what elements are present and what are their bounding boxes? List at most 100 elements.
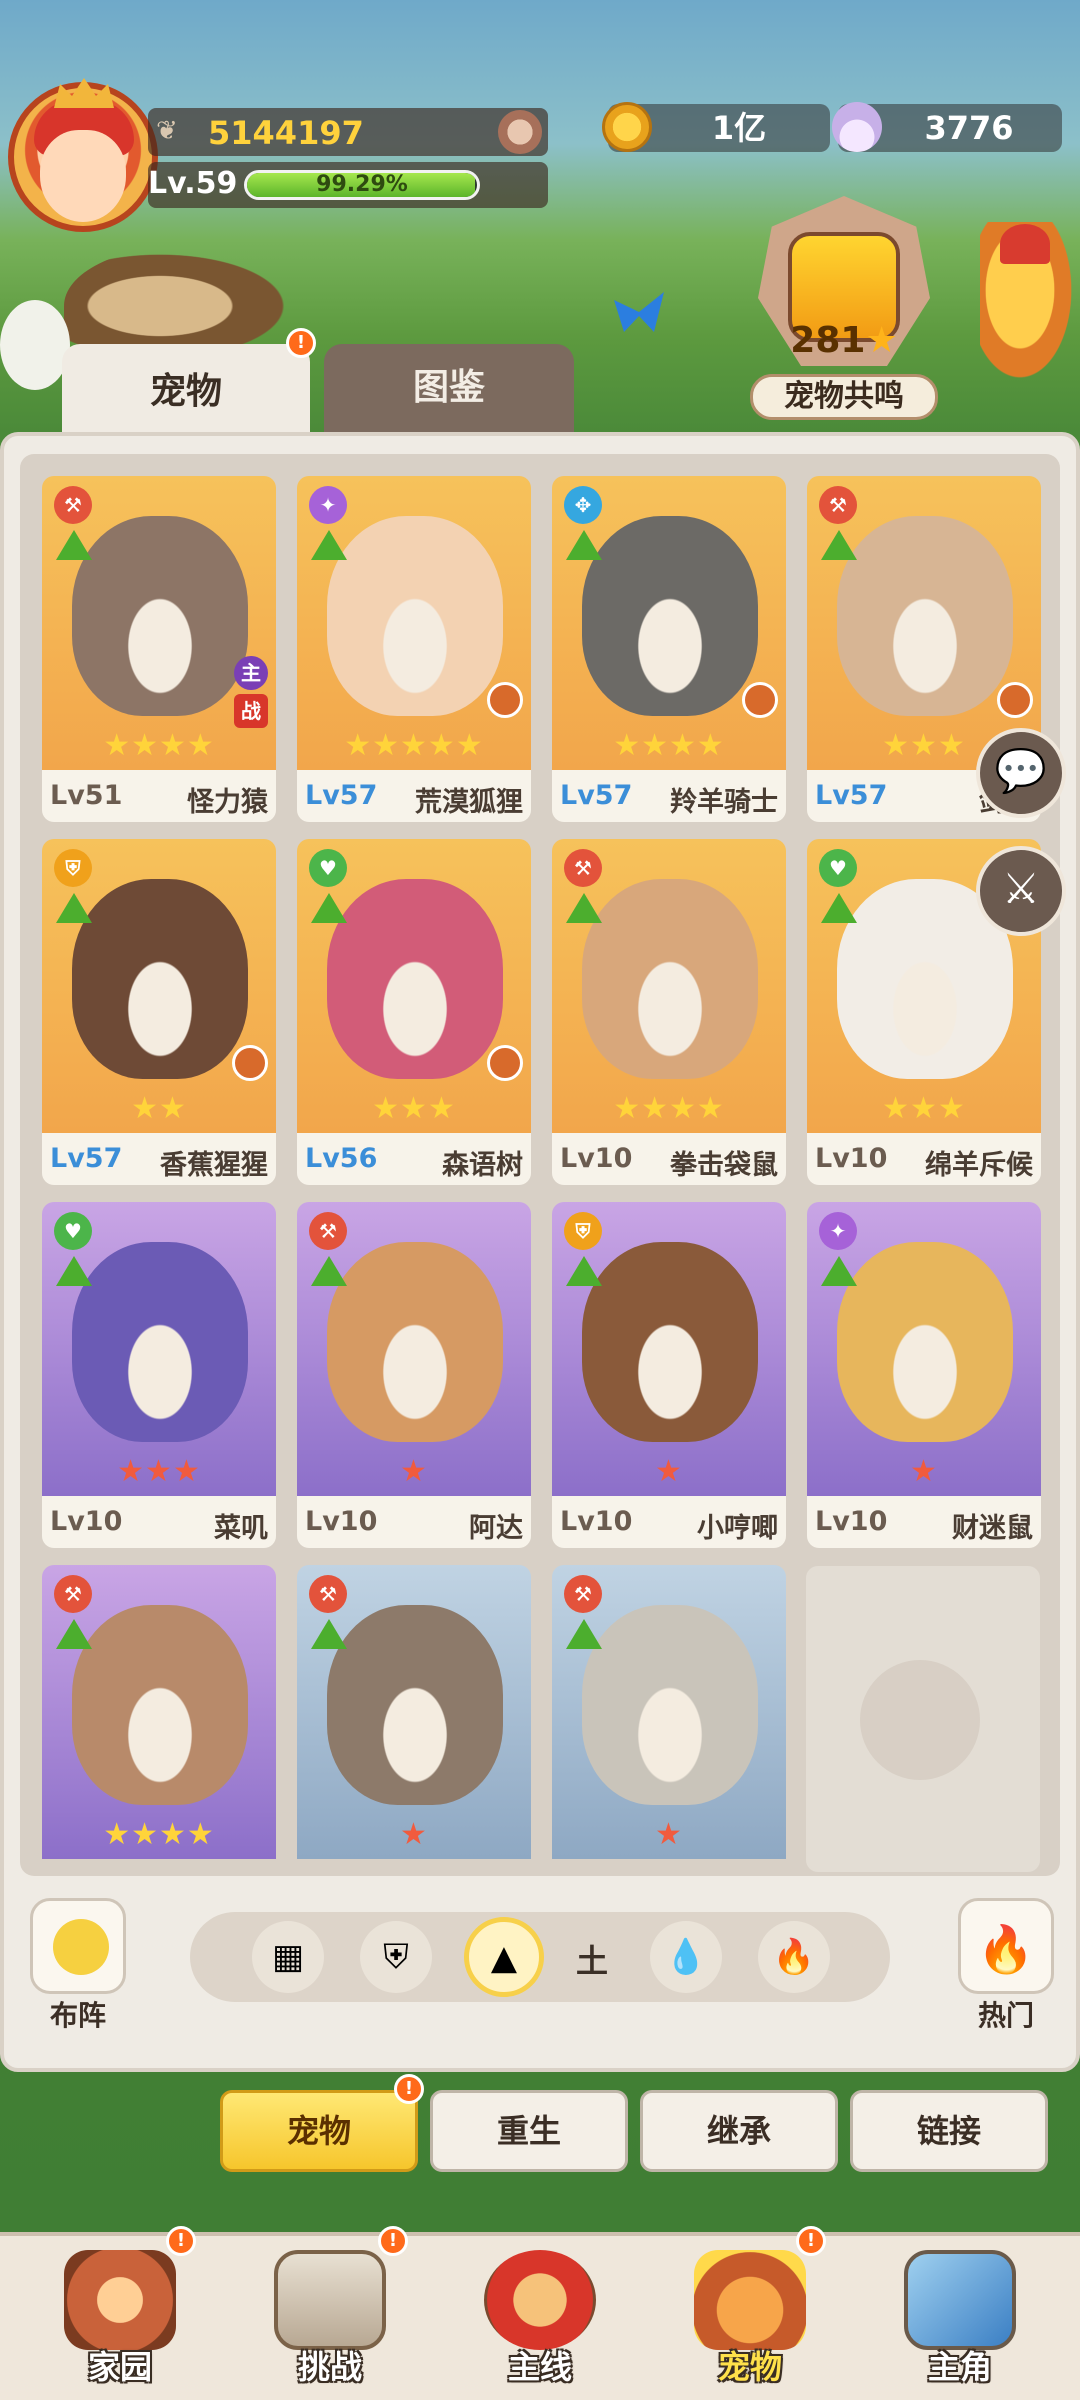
rooster-comb (1000, 224, 1050, 264)
flame-icon: 🔥 (977, 1922, 1035, 1976)
pet-card-footer: Lv10 小哼唧 (552, 1496, 786, 1548)
pet-card[interactable]: ⚒ ★★★★ (42, 1565, 276, 1871)
avatar-face (40, 130, 126, 222)
filter-all-icon[interactable]: ▦ (252, 1921, 324, 1993)
lion-emblem-icon[interactable] (498, 110, 542, 154)
pet-name: 小哼唧 (697, 1513, 778, 1544)
filter-fire-icon[interactable]: 🔥 (758, 1921, 830, 1993)
nav-home[interactable]: 家园 (40, 2240, 200, 2390)
pet-resonance-button[interactable]: 281★ 宠物共鸣 (736, 196, 952, 426)
nav-home-alert-badge: ! (166, 2226, 196, 2256)
nav-challenge[interactable]: 挑战 (250, 2240, 410, 2390)
pet-name: 菜叽 (214, 1513, 268, 1544)
tab-pets[interactable]: 宠物 (62, 344, 310, 440)
pet-card-footer: Lv10 菜叽 (42, 1496, 276, 1548)
meat-icon (64, 2250, 176, 2350)
subtab-inherit[interactable]: 继承 (640, 2090, 838, 2172)
nav-pets[interactable]: 宠物 (670, 2240, 830, 2390)
pet-name: 绵羊斥候 (925, 1150, 1033, 1181)
subtab-link[interactable]: 链接 (850, 2090, 1048, 2172)
rider-avatar-icon (487, 682, 523, 718)
pet-card-footer: Lv57 荒漠狐狸 (297, 770, 531, 822)
pet-stars: ★★★ (882, 1091, 966, 1126)
element-atk-icon: ⚒ (309, 1212, 347, 1250)
rider-avatar-icon (232, 1045, 268, 1081)
pet-portrait (327, 1242, 503, 1442)
nav-hero[interactable]: 主角 (880, 2240, 1040, 2390)
shell-currency[interactable]: 3776 (832, 102, 1062, 152)
pet-portrait (582, 516, 758, 716)
element-spd-icon: ✥ (564, 486, 602, 524)
pet-card-footer: Lv10 阿达 (297, 1496, 531, 1548)
chat-icon[interactable]: 💬 (976, 728, 1066, 818)
pet-name: 荒漠狐狸 (415, 787, 523, 818)
pet-portrait (582, 1242, 758, 1442)
pet-portrait (837, 516, 1013, 716)
element-atk-icon: ⚒ (54, 486, 92, 524)
pet-level: Lv57 (305, 780, 378, 811)
pet-card[interactable]: ⚒ ★ (552, 1565, 786, 1871)
gold-coin-icon (602, 102, 652, 152)
tab-catalog[interactable]: 图鉴 (324, 344, 574, 432)
player-avatar[interactable] (8, 78, 158, 232)
pet-level: Lv57 (50, 1143, 123, 1174)
pet-portrait (72, 516, 248, 716)
nav-hero-label: 主角 (927, 2348, 992, 2386)
pet-card[interactable]: ♥ ★★★ Lv56 森语树 (297, 839, 531, 1185)
filter-shield-icon[interactable]: ⛨ (360, 1921, 432, 1993)
pet-stars: ★ (655, 1817, 683, 1852)
resonance-label: 宠物共鸣 (750, 374, 938, 420)
gold-currency[interactable]: 1亿 (602, 102, 830, 152)
pet-card[interactable]: ✦ ★ Lv10 财迷鼠 (807, 1202, 1041, 1548)
main-quest-icon (484, 2250, 596, 2350)
pet-card-footer: Lv56 森语树 (297, 1133, 531, 1185)
pet-card[interactable]: ⛨ ★ Lv10 小哼唧 (552, 1202, 786, 1548)
pet-card[interactable]: ♥ ★★★ Lv10 菜叽 (42, 1202, 276, 1548)
pet-level: Lv57 (815, 780, 888, 811)
star-icon: ★ (865, 320, 898, 361)
pet-stars: ★★★★ (103, 1817, 215, 1852)
nav-main-quest[interactable]: 主线 (460, 2240, 620, 2390)
pet-card[interactable]: ✦ ★★★★★ Lv57 荒漠狐狸 (297, 476, 531, 822)
element-def-icon: ⛨ (54, 849, 92, 887)
pet-card-footer: Lv10 拳击袋鼠 (552, 1133, 786, 1185)
pet-level: Lv57 (560, 780, 633, 811)
pet-card[interactable]: ⚒ ★ (297, 1565, 531, 1871)
element-heal-icon: ♥ (819, 849, 857, 887)
pet-level: Lv51 (50, 780, 123, 811)
nav-pets-label: 宠物 (717, 2348, 782, 2386)
gold-value: 1亿 (711, 109, 767, 147)
formation-button[interactable] (30, 1898, 126, 1994)
filter-water-icon[interactable]: 💧 (650, 1921, 722, 1993)
pet-card[interactable]: ⚒ 主战 ★★★★ Lv51 怪力猿 (42, 476, 276, 822)
hot-button[interactable]: 🔥 (958, 1898, 1054, 1994)
rider-avatar-icon (742, 682, 778, 718)
pet-stars: ★★★★★ (344, 728, 484, 763)
subtab-rebirth[interactable]: 重生 (430, 2090, 628, 2172)
pet-card-footer: Lv10 绵羊斥候 (807, 1133, 1041, 1185)
pet-card[interactable]: ⚒ ★ Lv10 阿达 (297, 1202, 531, 1548)
pet-portrait (582, 1605, 758, 1805)
power-display: ❦ 5144197 (148, 108, 548, 156)
wing-icon: ❦ (156, 116, 178, 146)
pet-card[interactable]: ⛨ ★★ Lv57 香蕉猩猩 (42, 839, 276, 1185)
nav-challenge-alert-badge: ! (378, 2226, 408, 2256)
hero-book-icon (904, 2250, 1016, 2350)
pet-card-footer: Lv10 财迷鼠 (807, 1496, 1041, 1548)
selected-element-label: 土 (576, 1942, 609, 1980)
battle-icon[interactable]: ⚔ (976, 846, 1066, 936)
pet-card-footer: Lv57 香蕉猩猩 (42, 1133, 276, 1185)
rider-avatar-icon (487, 1045, 523, 1081)
pet-stars: ★ (400, 1454, 428, 1489)
butterfly-icon (614, 292, 664, 332)
pet-card-footer: Lv51 怪力猿 (42, 770, 276, 822)
pet-card[interactable]: ✥ ★★★★ Lv57 羚羊骑士 (552, 476, 786, 822)
element-heal-icon: ♥ (309, 849, 347, 887)
subtab-pets[interactable]: 宠物 (220, 2090, 418, 2172)
pet-card[interactable]: ⚒ ★★★★ Lv10 拳击袋鼠 (552, 839, 786, 1185)
pet-portrait (327, 1605, 503, 1805)
filter-earth-icon[interactable]: ▲ (464, 1917, 544, 1997)
pet-stars: ★★★★ (613, 728, 725, 763)
element-heal-icon: ♥ (54, 1212, 92, 1250)
pet-name: 财迷鼠 (952, 1513, 1033, 1544)
